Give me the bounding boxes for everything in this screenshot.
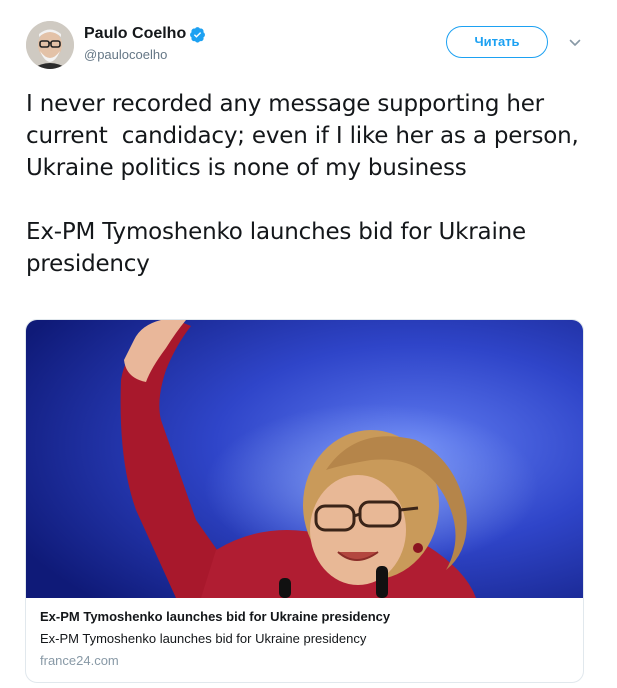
follow-button[interactable]: Читать [446,26,548,58]
tweet-paragraph: Ex-PM Tymoshenko launches bid for Ukrain… [26,219,534,277]
card-body: Ex-PM Tymoshenko launches bid for Ukrain… [40,608,570,670]
person-avatar-icon[interactable] [26,21,74,69]
card-title[interactable]: Ex-PM Tymoshenko launches bid for Ukrain… [40,608,570,626]
verified-badge-icon [190,26,206,43]
tweet-text: I never recorded any message supporting … [26,88,596,280]
card-domain: france24.com [40,653,119,668]
card-description: Ex-PM Tymoshenko launches bid for Ukrain… [40,631,367,646]
chevron-down-icon[interactable] [568,36,582,50]
author-display-name[interactable]: Paulo Coelho [84,24,186,44]
tweet-paragraph: I never recorded any message supporting … [26,91,586,181]
news-photo[interactable] [26,320,583,598]
tweet-header: Paulo Coelho @paulocoelho Читать [26,21,591,71]
author-info: Paulo Coelho @paulocoelho [84,24,206,63]
author-handle[interactable]: @paulocoelho [84,46,206,63]
link-preview-card[interactable]: Ex-PM Tymoshenko launches bid for Ukrain… [25,319,584,683]
